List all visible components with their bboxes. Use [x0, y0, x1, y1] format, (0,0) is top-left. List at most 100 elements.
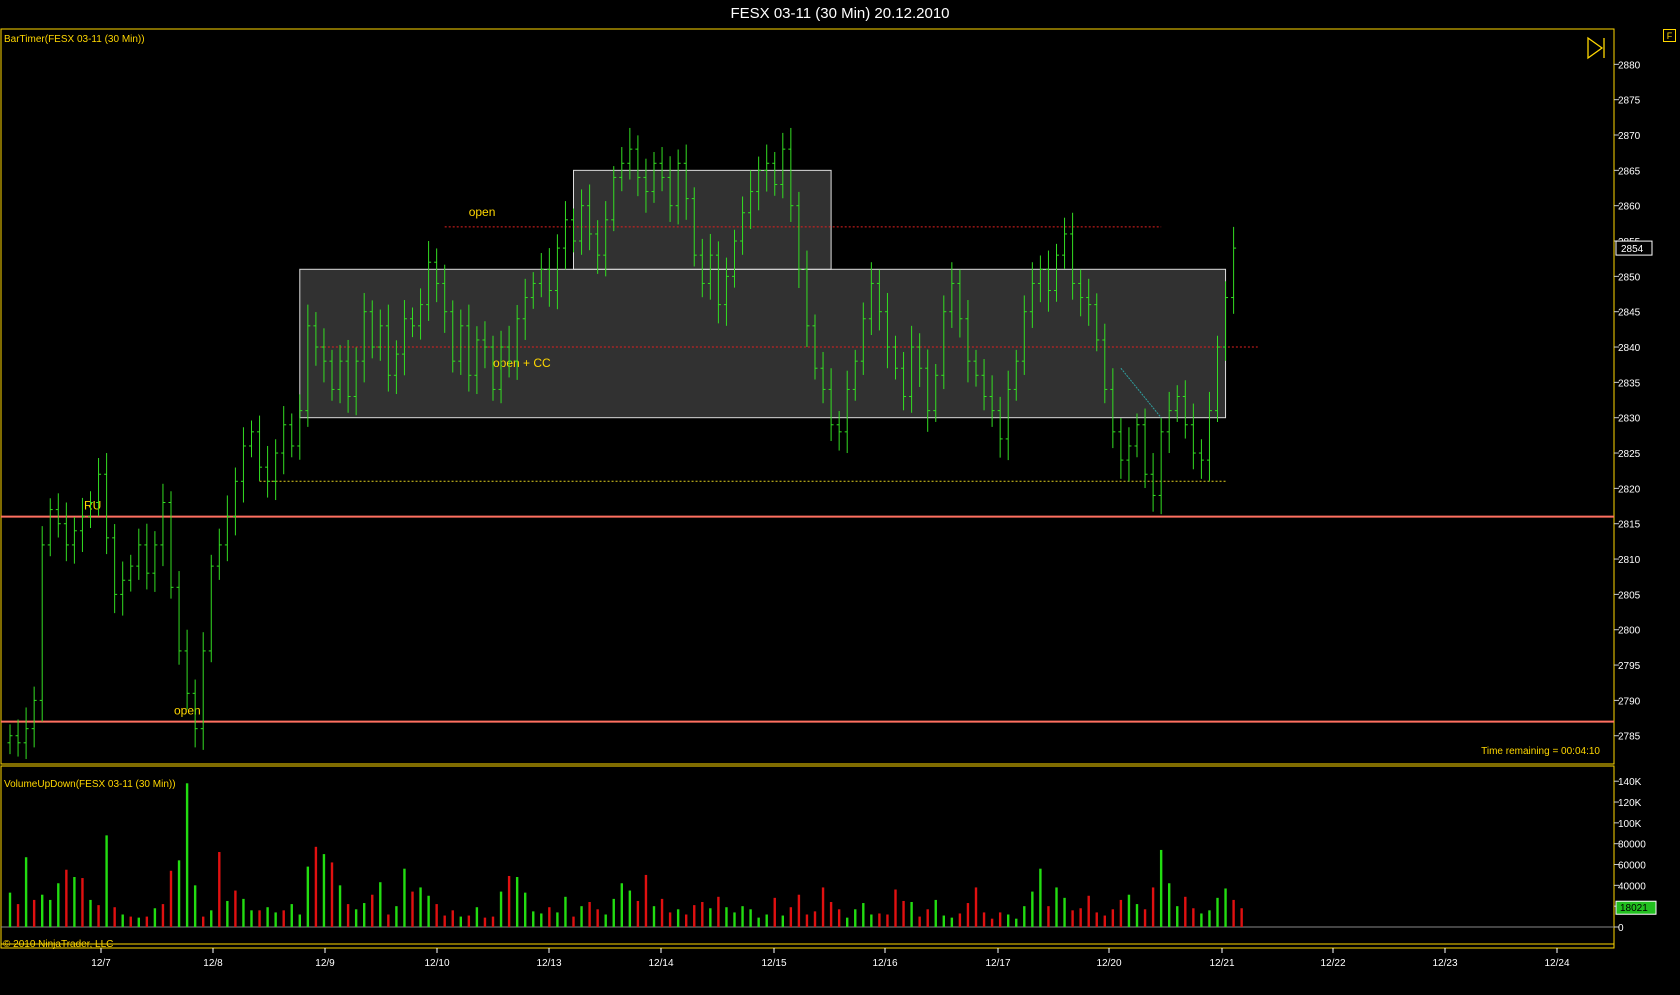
volume-bar — [821, 887, 825, 927]
volume-bar — [169, 870, 173, 927]
volume-bar — [298, 914, 301, 927]
level-label: open + CC — [493, 356, 551, 370]
time-tick-label: 12/13 — [536, 958, 561, 969]
volume-bar — [588, 902, 591, 927]
price-tick-label: 2870 — [1618, 131, 1641, 142]
volume-tick-label: 80000 — [1618, 840, 1646, 851]
volume-bar — [604, 914, 607, 927]
volume-bar — [1135, 904, 1139, 927]
volume-bar — [354, 909, 358, 927]
volume-bar — [459, 916, 462, 927]
volume-bar — [185, 783, 189, 927]
price-tick-label: 2865 — [1618, 166, 1641, 177]
volume-bar — [1039, 868, 1042, 927]
volume-bar — [210, 910, 213, 927]
volume-bar — [741, 906, 744, 927]
volume-bar — [387, 914, 390, 927]
volume-bar — [346, 904, 350, 927]
volume-bar — [524, 892, 527, 927]
volume-bar — [1184, 896, 1187, 927]
volume-bar — [797, 894, 801, 927]
level-label: open — [469, 205, 496, 219]
volume-bar — [73, 877, 76, 927]
price-tick-label: 2795 — [1618, 661, 1641, 672]
volume-bar — [813, 911, 817, 927]
price-zone-box — [299, 268, 1227, 419]
volume-bar — [564, 896, 567, 927]
last-price-label: 2854 — [1621, 244, 1644, 255]
volume-bar — [202, 916, 205, 927]
volume-bar — [837, 909, 841, 927]
volume-bar — [982, 912, 986, 927]
volume-bar — [1216, 897, 1219, 927]
volume-bar — [966, 903, 970, 927]
price-tick-label: 2845 — [1618, 308, 1641, 319]
price-tick-label: 2810 — [1618, 555, 1641, 566]
volume-bar — [258, 910, 261, 927]
volume-bar — [1159, 849, 1163, 927]
volume-bar — [660, 898, 664, 927]
price-tick-label: 2840 — [1618, 343, 1641, 354]
volume-bar — [918, 916, 921, 927]
volume-bar — [540, 913, 543, 927]
volume-bar — [685, 914, 688, 927]
volume-bar — [129, 916, 132, 927]
volume-bar — [89, 899, 92, 927]
volume-bar — [41, 894, 44, 927]
volume-bar — [411, 891, 414, 927]
volume-bar — [193, 885, 197, 927]
volume-bar — [612, 898, 615, 927]
volume-bar — [974, 887, 978, 927]
price-tick-label: 2835 — [1618, 378, 1641, 389]
volume-bar — [491, 916, 495, 927]
volume-bar — [1176, 906, 1179, 927]
volume-bar — [242, 898, 245, 927]
volume-bar — [1208, 910, 1211, 927]
volume-bar — [870, 914, 873, 927]
volume-bar — [218, 852, 221, 927]
volume-bar — [781, 915, 784, 927]
volume-bar — [934, 899, 937, 927]
volume-bar — [8, 892, 12, 927]
volume-bar — [1031, 891, 1034, 927]
volume-bar — [1047, 906, 1050, 927]
volume-tick-label: 140K — [1618, 777, 1642, 788]
volume-bar — [403, 868, 406, 927]
volume-bar — [990, 918, 994, 927]
volume-bar — [668, 912, 672, 927]
volume-bar — [113, 907, 116, 927]
volume-bar — [580, 906, 583, 927]
volume-bar — [290, 904, 293, 927]
time-tick-label: 12/10 — [424, 958, 449, 969]
volume-bar — [97, 905, 100, 927]
volume-bar — [1240, 908, 1243, 927]
volume-bar — [725, 907, 728, 927]
volume-bar — [862, 903, 865, 927]
volume-bar — [894, 889, 897, 927]
volume-bar — [733, 912, 736, 927]
drawing-boxes[interactable] — [299, 169, 1227, 419]
volume-bar — [998, 912, 1002, 927]
volume-bar — [57, 883, 60, 927]
time-axis: 12/7 12/8 12/9 12/10 12/13 12/14 12/15 12/16 12/… — [91, 948, 1570, 969]
volume-bar — [395, 906, 398, 927]
time-tick-label: 12/16 — [872, 958, 897, 969]
volume-tick-label: 0 — [1618, 923, 1624, 934]
chart-canvas[interactable]: 2785 2790 2795 2800 2805 2810 2815 2820 2825 2830… — [0, 0, 1680, 995]
volume-bar — [330, 862, 334, 927]
volume-tick-label: 40000 — [1618, 881, 1646, 892]
time-tick-label: 12/7 — [91, 958, 111, 969]
volume-bar — [1143, 909, 1147, 927]
bottom-strip — [0, 943, 1615, 949]
time-tick-label: 12/20 — [1096, 958, 1121, 969]
volume-bar — [1200, 913, 1203, 927]
volume-bar — [693, 905, 696, 927]
time-tick-label: 12/21 — [1209, 958, 1234, 969]
volume-bar — [765, 914, 768, 927]
volume-bar — [1111, 909, 1115, 927]
play-to-end-icon[interactable] — [1587, 36, 1605, 60]
volume-bar — [137, 917, 140, 927]
volume-bar — [886, 914, 889, 927]
time-tick-label: 12/17 — [985, 958, 1010, 969]
volume-bar — [854, 909, 857, 927]
